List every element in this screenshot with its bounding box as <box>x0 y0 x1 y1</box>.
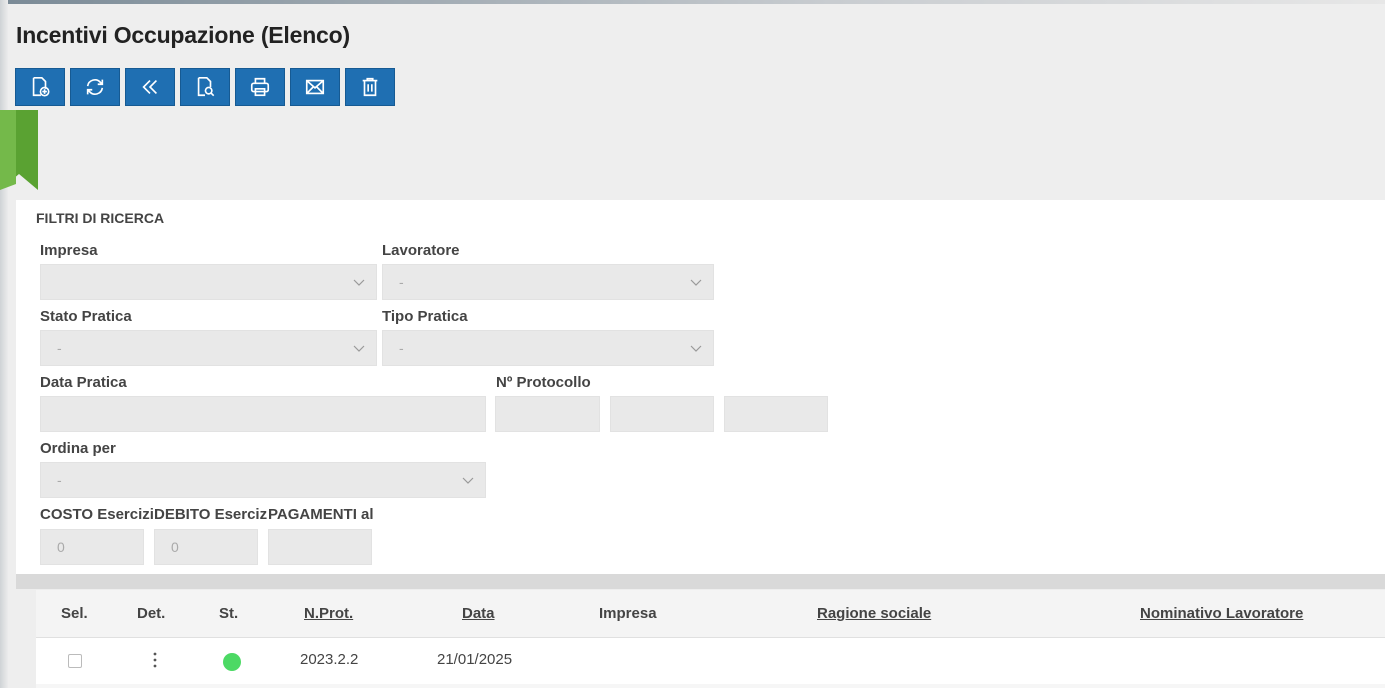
column-header-st: St. <box>219 605 239 622</box>
page-title: Incentivi Occupazione (Elenco) <box>16 22 350 48</box>
cell-data: 21/01/2025 <box>437 651 513 668</box>
print-icon <box>250 77 270 97</box>
new-document-icon <box>32 77 50 97</box>
lavoratore-select[interactable]: - <box>382 264 714 300</box>
document-search-icon <box>197 77 215 97</box>
panel-separator <box>16 574 1385 589</box>
stato-pratica-select[interactable]: - <box>40 330 377 366</box>
debito-label: DEBITO Esercizio <box>154 506 267 523</box>
tipo-pratica-select[interactable]: - <box>382 330 714 366</box>
toolbar <box>15 68 395 106</box>
chevron-down-icon <box>353 345 365 352</box>
data-pratica-label: Data Pratica <box>40 374 127 391</box>
impresa-select[interactable] <box>40 264 377 300</box>
column-header-det: Det. <box>137 605 166 622</box>
debito-input[interactable]: 0 <box>154 529 258 565</box>
ordina-per-select[interactable]: - <box>40 462 486 498</box>
table-header: Sel. Det. St. N.Prot. Data Impresa Ragio… <box>36 590 1385 638</box>
column-header-ragione-sociale[interactable]: Ragione sociale <box>817 605 931 622</box>
column-header-impresa: Impresa <box>599 605 657 622</box>
protocollo-input-2[interactable] <box>610 396 714 432</box>
data-pratica-input[interactable] <box>40 396 486 432</box>
column-header-nominativo-lavoratore[interactable]: Nominativo Lavoratore <box>1140 605 1303 622</box>
refresh-icon <box>86 79 104 95</box>
cell-nprot: 2023.2.2 <box>300 651 359 668</box>
column-header-data[interactable]: Data <box>462 605 495 622</box>
trash-icon <box>362 77 378 97</box>
column-header-sel: Sel. <box>61 605 88 622</box>
chevron-down-icon <box>690 279 702 286</box>
impresa-label: Impresa <box>40 242 98 259</box>
protocollo-label: Nº Protocollo <box>496 374 591 391</box>
ordina-per-label: Ordina per <box>40 440 116 457</box>
double-chevron-left-icon <box>142 79 158 95</box>
protocollo-input-1[interactable] <box>495 396 600 432</box>
refresh-button[interactable] <box>70 68 120 106</box>
top-border <box>0 0 1385 4</box>
more-options-icon[interactable] <box>153 651 157 669</box>
results-table: Sel. Det. St. N.Prot. Data Impresa Ragio… <box>36 590 1385 688</box>
status-indicator <box>223 653 241 671</box>
protocollo-input-3[interactable] <box>724 396 828 432</box>
lavoratore-label: Lavoratore <box>382 242 460 259</box>
costo-label: COSTO Esercizio <box>40 506 153 523</box>
document-search-button[interactable] <box>180 68 230 106</box>
tipo-pratica-label: Tipo Pratica <box>382 308 468 325</box>
costo-input[interactable]: 0 <box>40 529 144 565</box>
delete-button[interactable] <box>345 68 395 106</box>
mail-button[interactable] <box>290 68 340 106</box>
chevron-down-icon <box>462 477 474 484</box>
stato-pratica-label: Stato Pratica <box>40 308 132 325</box>
mail-icon <box>305 79 325 95</box>
search-filters-panel: FILTRI DI RICERCA Impresa Lavoratore - S… <box>16 200 1385 574</box>
column-header-nprot[interactable]: N.Prot. <box>304 605 353 622</box>
pagamenti-input[interactable] <box>268 529 372 565</box>
filters-title: FILTRI DI RICERCA <box>36 210 165 226</box>
new-document-button[interactable] <box>15 68 65 106</box>
left-border <box>0 0 8 688</box>
pagamenti-label: PAGAMENTI al <box>268 506 374 523</box>
table-row[interactable]: 2023.2.2 21/01/2025 <box>36 638 1385 684</box>
row-select-checkbox[interactable] <box>68 654 82 668</box>
chevron-down-icon <box>353 279 365 286</box>
print-button[interactable] <box>235 68 285 106</box>
back-button[interactable] <box>125 68 175 106</box>
chevron-down-icon <box>690 345 702 352</box>
bookmark-ribbon <box>0 110 38 190</box>
